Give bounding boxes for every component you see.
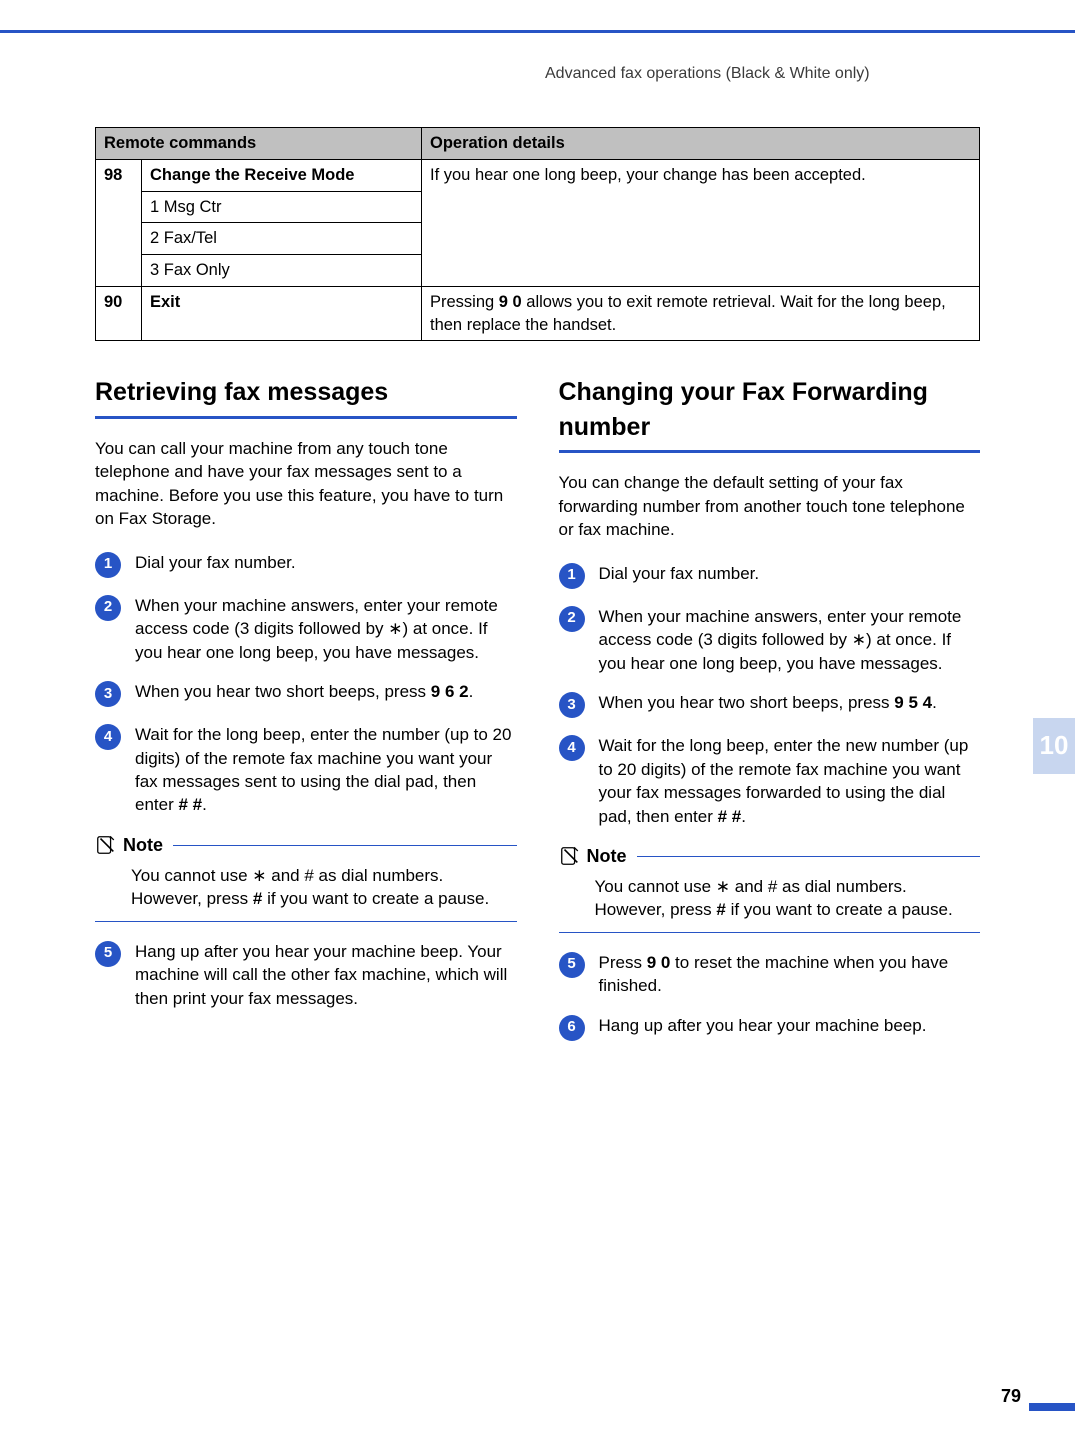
right-column: Changing your Fax Forwarding number You … [559, 369, 981, 1056]
cmd-detail-90-bold: 9 0 [499, 293, 522, 311]
left-step-2: 2 When your machine answers, enter your … [95, 594, 517, 664]
note-icon [559, 845, 581, 867]
left-step-4-text: Wait for the long beep, enter the number… [135, 723, 517, 817]
left-column: Retrieving fax messages You can call you… [95, 369, 517, 1056]
cmd-opt-98-1: 1 Msg Ctr [142, 191, 422, 223]
step-badge-3: 3 [559, 692, 585, 718]
right-step-2: 2 When your machine answers, enter your … [559, 605, 981, 675]
cmd-title-98: Change the Receive Mode [142, 159, 422, 191]
right-step-4-post: . [741, 807, 746, 826]
right-step-3-post: . [932, 693, 937, 712]
section-header: Advanced fax operations (Black & White o… [95, 63, 980, 85]
cmd-opt-98-2: 2 Fax/Tel [142, 223, 422, 255]
right-note-body: You cannot use ∗ and # as dial numbers. … [559, 873, 981, 933]
right-step-4: 4 Wait for the long beep, enter the new … [559, 734, 981, 828]
right-intro: You can change the default setting of yo… [559, 471, 981, 541]
right-step-5-bold: 9 0 [647, 953, 671, 972]
left-step-3-post: . [469, 682, 474, 701]
note-label: Note [123, 833, 163, 858]
cmd-opt-98-3: 3 Fax Only [142, 255, 422, 287]
right-title-rule [559, 450, 981, 453]
left-title: Retrieving fax messages [95, 375, 517, 410]
right-step-5: 5 Press 9 0 to reset the machine when yo… [559, 951, 981, 998]
left-step-5: 5 Hang up after you hear your machine be… [95, 940, 517, 1010]
step-badge-2: 2 [559, 606, 585, 632]
left-step-1: 1 Dial your fax number. [95, 551, 517, 578]
left-title-rule [95, 416, 517, 419]
right-step-1-text: Dial your fax number. [599, 562, 981, 589]
page-number: 79 [1001, 1384, 1021, 1409]
step-badge-5: 5 [95, 941, 121, 967]
step-badge-4: 4 [95, 724, 121, 750]
left-step-1-text: Dial your fax number. [135, 551, 517, 578]
right-step-3-text: When you hear two short beeps, press 9 5… [599, 691, 981, 718]
left-step-4-bold: # # [178, 795, 202, 814]
right-step-3-bold: 9 5 4 [894, 693, 932, 712]
right-step-4-text: Wait for the long beep, enter the new nu… [599, 734, 981, 828]
page-number-rule [1029, 1403, 1075, 1411]
step-badge-2: 2 [95, 595, 121, 621]
step-badge-4: 4 [559, 735, 585, 761]
left-note-post: if you want to create a pause. [262, 889, 489, 908]
left-step-3-bold: 9 6 2 [431, 682, 469, 701]
left-step-2-text: When your machine answers, enter your re… [135, 594, 517, 664]
left-step-3: 3 When you hear two short beeps, press 9… [95, 680, 517, 707]
right-step-3-pre: When you hear two short beeps, press [599, 693, 895, 712]
step-badge-5: 5 [559, 952, 585, 978]
chapter-tab: 10 [1033, 718, 1075, 774]
right-step-4-bold: # # [718, 807, 742, 826]
right-note-post: if you want to create a pause. [726, 900, 953, 919]
note-label: Note [587, 844, 627, 869]
step-badge-6: 6 [559, 1015, 585, 1041]
note-head-rule [637, 856, 981, 857]
cmd-title-90: Exit [142, 286, 422, 341]
left-step-4-post: . [202, 795, 207, 814]
table-header-details: Operation details [422, 128, 980, 160]
right-step-2-text: When your machine answers, enter your re… [599, 605, 981, 675]
cmd-detail-90: Pressing 9 0 allows you to exit remote r… [422, 286, 980, 341]
left-step-4: 4 Wait for the long beep, enter the numb… [95, 723, 517, 817]
left-intro: You can call your machine from any touch… [95, 437, 517, 531]
cmd-code-90: 90 [96, 286, 142, 341]
left-note: Note You cannot use ∗ and # as dial numb… [95, 833, 517, 922]
cmd-code-98: 98 [96, 159, 142, 286]
note-head-rule [173, 845, 517, 846]
right-note-bold: # [716, 900, 725, 919]
left-step-3-text: When you hear two short beeps, press 9 6… [135, 680, 517, 707]
step-badge-1: 1 [95, 552, 121, 578]
step-badge-3: 3 [95, 681, 121, 707]
right-step-5-pre: Press [599, 953, 647, 972]
left-step-5-text: Hang up after you hear your machine beep… [135, 940, 517, 1010]
right-step-1: 1 Dial your fax number. [559, 562, 981, 589]
left-step-3-pre: When you hear two short beeps, press [135, 682, 431, 701]
left-note-bold: # [253, 889, 262, 908]
right-step-6-text: Hang up after you hear your machine beep… [599, 1014, 981, 1041]
cmd-detail-90-pre: Pressing [430, 293, 499, 311]
remote-commands-table: Remote commands Operation details 98 Cha… [95, 127, 980, 341]
right-step-5-text: Press 9 0 to reset the machine when you … [599, 951, 981, 998]
right-step-4-pre: Wait for the long beep, enter the new nu… [599, 736, 969, 825]
step-badge-1: 1 [559, 563, 585, 589]
note-icon [95, 834, 117, 856]
left-note-body: You cannot use ∗ and # as dial numbers. … [95, 862, 517, 922]
right-title: Changing your Fax Forwarding number [559, 375, 981, 444]
right-step-6: 6 Hang up after you hear your machine be… [559, 1014, 981, 1041]
table-header-commands: Remote commands [96, 128, 422, 160]
right-note: Note You cannot use ∗ and # as dial numb… [559, 844, 981, 933]
cmd-detail-98: If you hear one long beep, your change h… [422, 159, 980, 286]
right-step-3: 3 When you hear two short beeps, press 9… [559, 691, 981, 718]
